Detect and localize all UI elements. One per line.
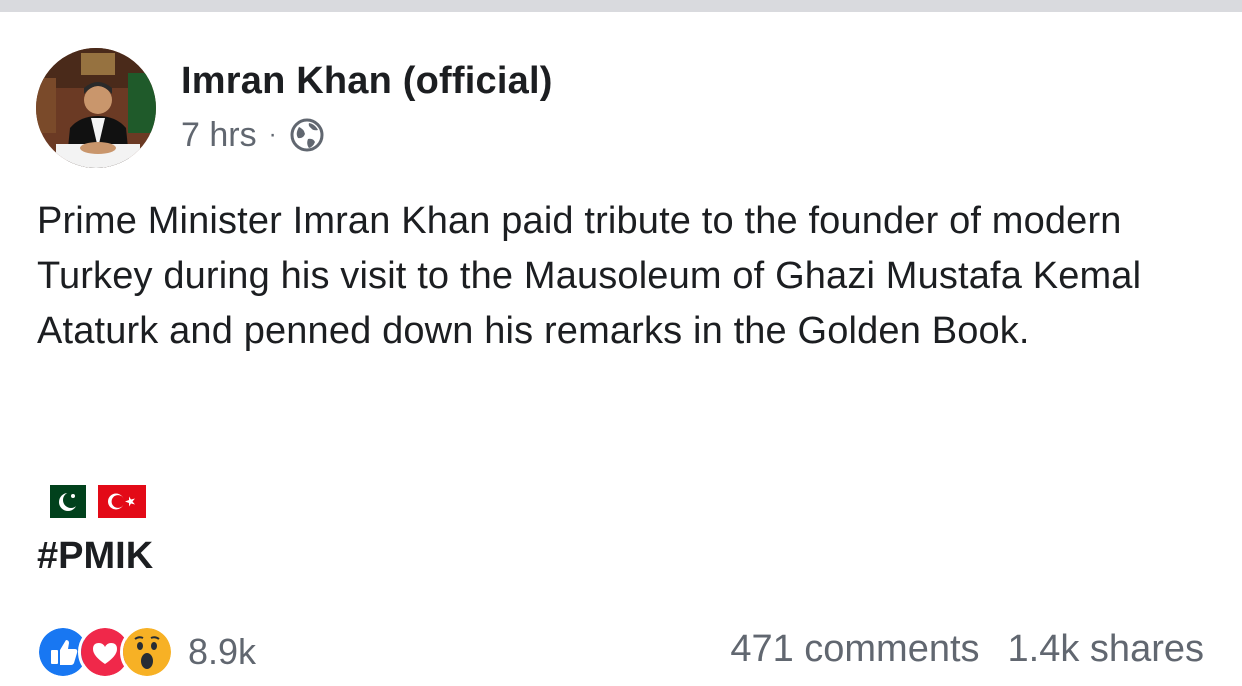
globe-icon[interactable] — [289, 117, 325, 153]
author-name[interactable]: Imran Khan (official) — [181, 60, 553, 103]
reaction-count: 8.9k — [188, 631, 257, 672]
pakistan-flag-emoji — [38, 485, 86, 518]
comments-count-link[interactable]: 471 comments — [730, 628, 979, 671]
post-body-text: Prime Minister Imran Khan paid tribute t… — [37, 200, 1142, 352]
hashtag-link[interactable]: #PMIK — [37, 535, 153, 578]
post-timestamp[interactable]: 7 hrs — [181, 116, 257, 155]
engagement-counts: 471 comments 1.4k shares — [730, 628, 1204, 671]
flag-emojis — [38, 485, 146, 518]
turkey-flag-emoji — [98, 485, 146, 518]
meta-separator: · — [268, 121, 277, 148]
top-divider — [0, 0, 1242, 12]
shares-count-link[interactable]: 1.4k shares — [1008, 628, 1204, 671]
wow-icon — [120, 625, 174, 679]
author-avatar[interactable] — [36, 48, 156, 168]
post-meta: 7 hrs · — [181, 115, 325, 155]
reactions-summary[interactable]: 8.9k — [36, 625, 256, 679]
